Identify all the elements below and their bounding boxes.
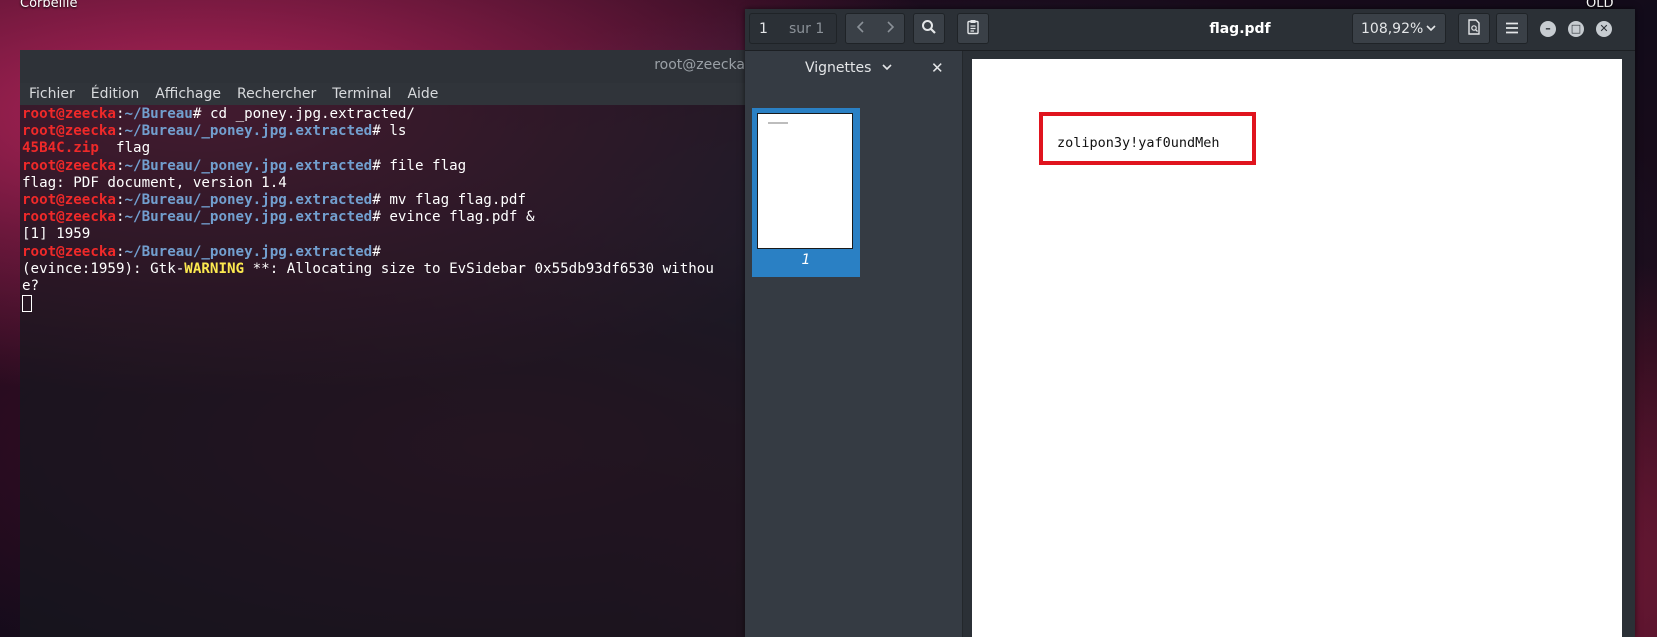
flag-highlight-box: zolipon3y!yaf0undMeh (1039, 112, 1256, 165)
document-properties-button[interactable] (1458, 13, 1490, 44)
page-nav-group (845, 13, 905, 44)
terminal-line: root@zeecka:~/Bureau/_poney.jpg.extracte… (22, 192, 526, 209)
chevron-down-icon[interactable] (881, 57, 893, 81)
menu-aide[interactable]: Aide (407, 86, 438, 102)
evince-headerbar[interactable]: 1 sur 1 flag.pdf 108,92% – □ ✕ (745, 9, 1635, 51)
close-window-icon[interactable]: ✕ (1596, 21, 1612, 37)
document-title: flag.pdf (1209, 21, 1271, 37)
zoom-value: 108,92% (1361, 20, 1424, 37)
chevron-down-icon (1425, 21, 1437, 37)
terminal-titlebar[interactable]: root@zeecka (20, 50, 745, 83)
page-number-entry[interactable]: 1 sur 1 (749, 13, 837, 44)
thumbnails-sidebar: Vignettes ✕ 1 (745, 51, 963, 637)
menu-terminal[interactable]: Terminal (332, 86, 391, 102)
terminal-line: root@zeecka:~/Bureau/_poney.jpg.extracte… (22, 209, 535, 226)
sidebar-mode-label[interactable]: Vignettes (805, 60, 871, 76)
pdf-page: zolipon3y!yaf0undMeh (972, 59, 1622, 637)
terminal-line: root@zeecka:~/Bureau# cd _poney.jpg.extr… (22, 106, 415, 122)
terminal-line: 45B4C.zip flag (22, 140, 151, 157)
trash-desktop-label[interactable]: Corbeille (20, 0, 77, 11)
terminal-line: root@zeecka:~/Bureau/_poney.jpg.extracte… (22, 243, 381, 260)
terminal-cursor-line (22, 295, 745, 314)
terminal-title: root@zeecka (654, 57, 745, 73)
close-sidebar-icon[interactable]: ✕ (931, 59, 944, 77)
clipboard-icon (965, 19, 981, 39)
menu-affichage[interactable]: Affichage (155, 86, 221, 102)
menu-rechercher[interactable]: Rechercher (237, 86, 316, 102)
page-current[interactable]: 1 (750, 21, 783, 37)
terminal-line: root@zeecka:~/Bureau/_poney.jpg.extracte… (22, 123, 407, 140)
document-view[interactable]: zolipon3y!yaf0undMeh (963, 51, 1635, 637)
terminal-line: root@zeecka:~/Bureau/_poney.jpg.extracte… (22, 157, 467, 174)
thumbnail-page-number: 1 (801, 252, 811, 268)
terminal-line: (evince:1959): Gtk-WARNING **: Allocatin… (22, 260, 714, 277)
terminal-line: e? (22, 278, 40, 295)
terminal-output[interactable]: root@zeecka:~/Bureau# cd _poney.jpg.extr… (20, 105, 745, 314)
page-total: sur 1 (789, 20, 825, 37)
chevron-right-icon[interactable] (884, 19, 896, 38)
terminal-menubar: Fichier Édition Affichage Rechercher Ter… (20, 83, 745, 105)
chevron-left-icon[interactable] (855, 19, 867, 38)
document-icon (1467, 18, 1481, 39)
menu-edition[interactable]: Édition (91, 86, 139, 102)
terminal-line: flag: PDF document, version 1.4 (22, 174, 287, 191)
annotations-button[interactable] (957, 13, 989, 44)
sidebar-header: Vignettes ✕ (745, 51, 962, 85)
search-button[interactable] (913, 13, 945, 44)
flag-text: zolipon3y!yaf0undMeh (1057, 135, 1220, 151)
minimize-window-icon[interactable]: – (1540, 21, 1556, 37)
thumbnail-page-image (757, 113, 853, 249)
search-icon (921, 19, 937, 39)
zoom-dropdown[interactable]: 108,92% (1352, 13, 1446, 44)
page-thumbnail[interactable]: 1 (752, 108, 860, 277)
evince-window[interactable]: 1 sur 1 flag.pdf 108,92% – □ ✕ Vignettes… (745, 9, 1635, 637)
terminal-cursor (22, 295, 32, 313)
terminal-line: [1] 1959 (22, 226, 91, 243)
main-menu-button[interactable] (1496, 13, 1528, 44)
menu-fichier[interactable]: Fichier (29, 86, 75, 102)
maximize-window-icon[interactable]: □ (1568, 21, 1584, 37)
document-scrollbar[interactable] (1625, 51, 1635, 637)
terminal-window[interactable]: root@zeecka Fichier Édition Affichage Re… (20, 50, 745, 637)
hamburger-menu-icon (1505, 19, 1519, 38)
